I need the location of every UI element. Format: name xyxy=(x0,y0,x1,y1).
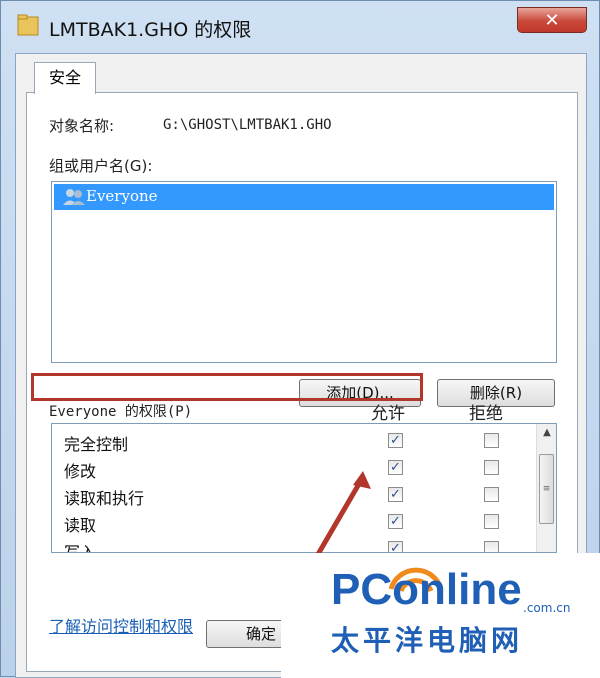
deny-checkbox[interactable] xyxy=(484,433,499,448)
allow-header: 允许 xyxy=(371,404,405,424)
scroll-up-icon[interactable]: ▲ xyxy=(537,424,556,442)
learn-access-control-link[interactable]: 了解访问控制和权限 xyxy=(49,613,193,637)
deny-checkbox[interactable] xyxy=(484,487,499,502)
allow-checkbox[interactable]: ✓ xyxy=(388,514,403,529)
watermark: PConline .com.cn 太平洋电脑网 xyxy=(281,553,600,678)
deny-checkbox[interactable] xyxy=(484,460,499,475)
brand-cn-name: 太平洋电脑网 xyxy=(331,624,524,657)
permission-name: 读取 xyxy=(64,516,97,535)
scrollbar[interactable]: ▲ ≡ xyxy=(536,424,556,552)
permission-name: 写入 xyxy=(64,543,97,553)
permissions-title: Everyone 的权限(P) xyxy=(49,404,193,420)
users-icon xyxy=(63,189,85,205)
groups-label: 组或用户名(G): xyxy=(49,157,153,175)
deny-checkbox[interactable] xyxy=(484,514,499,529)
allow-checkbox[interactable]: ✓ xyxy=(388,460,403,475)
close-button[interactable]: ✕ xyxy=(517,7,587,33)
deny-checkbox[interactable] xyxy=(484,541,499,552)
groups-list[interactable]: Everyone xyxy=(51,181,557,363)
list-item-label: Everyone xyxy=(86,187,158,205)
allow-checkbox[interactable]: ✓ xyxy=(388,487,403,502)
brand-logo: PConline xyxy=(331,565,522,614)
permissions-dialog: LMTBAK1.GHO 的权限 ✕ 安全 对象名称: G:\GHOST\LMTB… xyxy=(0,0,600,678)
annotation-highlight-box xyxy=(31,373,423,401)
object-name-label: 对象名称: xyxy=(49,117,115,135)
allow-checkbox[interactable]: ✓ xyxy=(388,541,403,552)
tab-security[interactable]: 安全 xyxy=(34,62,96,94)
window-title: LMTBAK1.GHO 的权限 xyxy=(49,19,252,41)
title-bar[interactable]: LMTBAK1.GHO 的权限 ✕ xyxy=(1,1,599,53)
permission-name: 修改 xyxy=(64,462,97,481)
list-item[interactable]: Everyone xyxy=(54,184,554,210)
folder-icon xyxy=(17,14,39,36)
deny-header: 拒绝 xyxy=(469,404,503,424)
table-row: 完全控制 ✓ xyxy=(52,428,532,455)
scroll-thumb[interactable]: ≡ xyxy=(539,454,554,524)
permission-name: 完全控制 xyxy=(64,435,129,454)
allow-checkbox[interactable]: ✓ xyxy=(388,433,403,448)
brand-domain: .com.cn xyxy=(523,601,571,615)
object-name-value: G:\GHOST\LMTBAK1.GHO xyxy=(163,117,332,133)
permission-name: 读取和执行 xyxy=(64,489,145,508)
